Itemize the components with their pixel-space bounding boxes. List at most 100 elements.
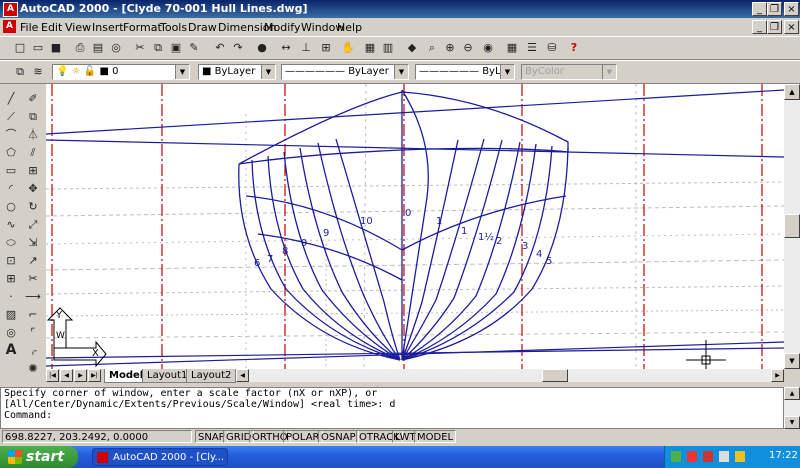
arc-icon[interactable]: ◜	[2, 180, 20, 197]
break-icon[interactable]: ⌐	[24, 306, 42, 323]
cut-icon[interactable]: ✂	[132, 40, 148, 56]
database-icon[interactable]: ⛁	[544, 40, 560, 56]
scroll-right-icon[interactable]: ▶	[771, 369, 784, 382]
minimize-button[interactable]: _	[752, 2, 767, 16]
extend-icon[interactable]: ⟶	[24, 288, 42, 305]
polygon-icon[interactable]: ⬠	[2, 144, 20, 161]
zoom-realtime-icon[interactable]: ⊕	[442, 40, 458, 56]
menu-tools[interactable]: Tools	[160, 21, 187, 34]
command-scrollbar[interactable]: ▲ ▼	[784, 387, 800, 429]
menu-view[interactable]: View	[65, 21, 91, 34]
array-icon[interactable]: ⊞	[24, 162, 42, 179]
last-tab-icon[interactable]: ▶|	[88, 369, 101, 382]
explode-icon[interactable]: ✺	[24, 360, 42, 377]
scroll-left-icon[interactable]: ◀	[236, 369, 249, 382]
menu-draw[interactable]: Draw	[188, 21, 217, 34]
chevron-down-icon[interactable]: ▼	[394, 65, 408, 79]
vertical-scrollbar[interactable]: ▲ ▼	[784, 84, 800, 369]
match-properties-icon[interactable]: ✎	[186, 40, 202, 56]
menu-edit[interactable]: Edit	[41, 21, 62, 34]
new-icon[interactable]: □	[12, 40, 28, 56]
scroll-down-icon[interactable]: ▼	[784, 416, 800, 429]
menu-format[interactable]: Format	[123, 21, 162, 34]
plotstyle-combo[interactable]: ByColor ▼	[521, 64, 617, 80]
point-icon[interactable]: ·	[2, 288, 20, 305]
redo-icon[interactable]: ↷	[230, 40, 246, 56]
drawing-area[interactable]: 10 9 9 8 7 6 0 1 1 1½ 2 3 4 5 Y W X	[46, 84, 784, 369]
help-icon[interactable]: ?	[566, 40, 582, 56]
view-3d-icon[interactable]: ◆	[404, 40, 420, 56]
taskbar-autocad-button[interactable]: AutoCAD 2000 - [Cly...	[92, 448, 228, 466]
ellipse-icon[interactable]: ⬭	[2, 234, 20, 251]
tracking-icon[interactable]: ↔	[278, 40, 294, 56]
ucs-icon[interactable]: ⊥	[298, 40, 314, 56]
tray-security-icon[interactable]	[687, 451, 697, 462]
make-block-icon[interactable]: ⊞	[2, 270, 20, 287]
doc-restore-button[interactable]: ❐	[767, 20, 782, 34]
insert-block-icon[interactable]: ⊡	[2, 252, 20, 269]
chevron-down-icon[interactable]: ▼	[175, 65, 189, 79]
polyline-icon[interactable]: ⌒	[2, 126, 20, 143]
calculator-icon[interactable]: ▦	[504, 40, 520, 56]
print-icon[interactable]: ⎙	[72, 40, 88, 56]
menu-modify[interactable]: Modify	[264, 21, 300, 34]
region-icon[interactable]: ◎	[2, 324, 20, 341]
linetype-combo[interactable]: —————— ByLayer ▼	[281, 64, 409, 80]
hscroll-thumb[interactable]	[542, 369, 568, 382]
named-views-icon[interactable]: ⊞	[318, 40, 334, 56]
lengthen-icon[interactable]: ↗	[24, 252, 42, 269]
document-icon[interactable]: A	[3, 20, 16, 33]
tray-app-icon[interactable]	[735, 451, 745, 462]
stretch-icon[interactable]: ⇲	[24, 234, 42, 251]
restore-button[interactable]: ❐	[767, 2, 782, 16]
layer-manager-icon[interactable]: ⧉	[12, 64, 28, 80]
rectangle-icon[interactable]: ▭	[2, 162, 20, 179]
multiline-text-icon[interactable]: A	[2, 342, 20, 359]
chevron-down-icon[interactable]: ▼	[261, 65, 275, 79]
open-icon[interactable]: ▭	[30, 40, 46, 56]
doc-minimize-button[interactable]: _	[752, 20, 767, 34]
menu-file[interactable]: File	[20, 21, 38, 34]
save-icon[interactable]: ■	[48, 40, 64, 56]
model-toggle[interactable]: MODEL	[414, 430, 457, 443]
layers-icon[interactable]: ☰	[524, 40, 540, 56]
tray-network-icon[interactable]	[671, 451, 681, 462]
tab-layout1[interactable]: Layout1	[142, 369, 193, 383]
spline-icon[interactable]: ∿	[2, 216, 20, 233]
doc-close-button[interactable]: ×	[784, 20, 799, 34]
close-button[interactable]: ×	[784, 2, 799, 16]
color-combo[interactable]: ■ ByLayer ▼	[198, 64, 276, 80]
autocad-logo-icon[interactable]: A	[3, 2, 18, 17]
fillet-icon[interactable]: ⌌	[24, 342, 42, 359]
hatch-icon[interactable]: ▨	[2, 306, 20, 323]
menu-help[interactable]: Help	[337, 21, 362, 34]
scroll-up-icon[interactable]: ▲	[784, 84, 800, 100]
trim-icon[interactable]: ✂	[24, 270, 42, 287]
menu-insert[interactable]: Insert	[92, 21, 124, 34]
scroll-up-icon[interactable]: ▲	[784, 387, 800, 400]
paste-icon[interactable]: ▣	[168, 40, 184, 56]
rotate-icon[interactable]: ↻	[24, 198, 42, 215]
line-icon[interactable]: ╱	[2, 90, 20, 107]
erase-icon[interactable]: ✐	[24, 90, 42, 107]
properties-icon[interactable]: ▦	[362, 40, 378, 56]
tab-layout2[interactable]: Layout2	[186, 369, 237, 383]
command-window[interactable]: Specify corner of window, enter a scale …	[0, 387, 784, 429]
scroll-thumb[interactable]	[784, 214, 800, 238]
mirror-icon[interactable]: ⏃	[24, 126, 42, 143]
prev-tab-icon[interactable]: ◀	[60, 369, 73, 382]
design-center-icon[interactable]: ▥	[380, 40, 396, 56]
osnap-toggle[interactable]: OSNAP	[318, 430, 359, 443]
polar-toggle[interactable]: POLAR	[283, 430, 323, 443]
tray-antivirus-icon[interactable]	[703, 451, 713, 462]
copy-object-icon[interactable]: ⧉	[24, 108, 42, 125]
scale-icon[interactable]: ⤢	[24, 216, 42, 233]
pan-icon[interactable]: ✋	[340, 40, 356, 56]
zoom-previous-icon[interactable]: ⊖	[460, 40, 476, 56]
zoom-window-icon[interactable]: ⌕	[424, 40, 440, 56]
start-button[interactable]: start	[0, 446, 78, 468]
hyperlink-icon[interactable]: ●	[254, 40, 270, 56]
command-prompt[interactable]: Command:	[4, 410, 783, 421]
circle-icon[interactable]: ○	[2, 198, 20, 215]
make-current-layer-icon[interactable]: ≋	[30, 64, 46, 80]
